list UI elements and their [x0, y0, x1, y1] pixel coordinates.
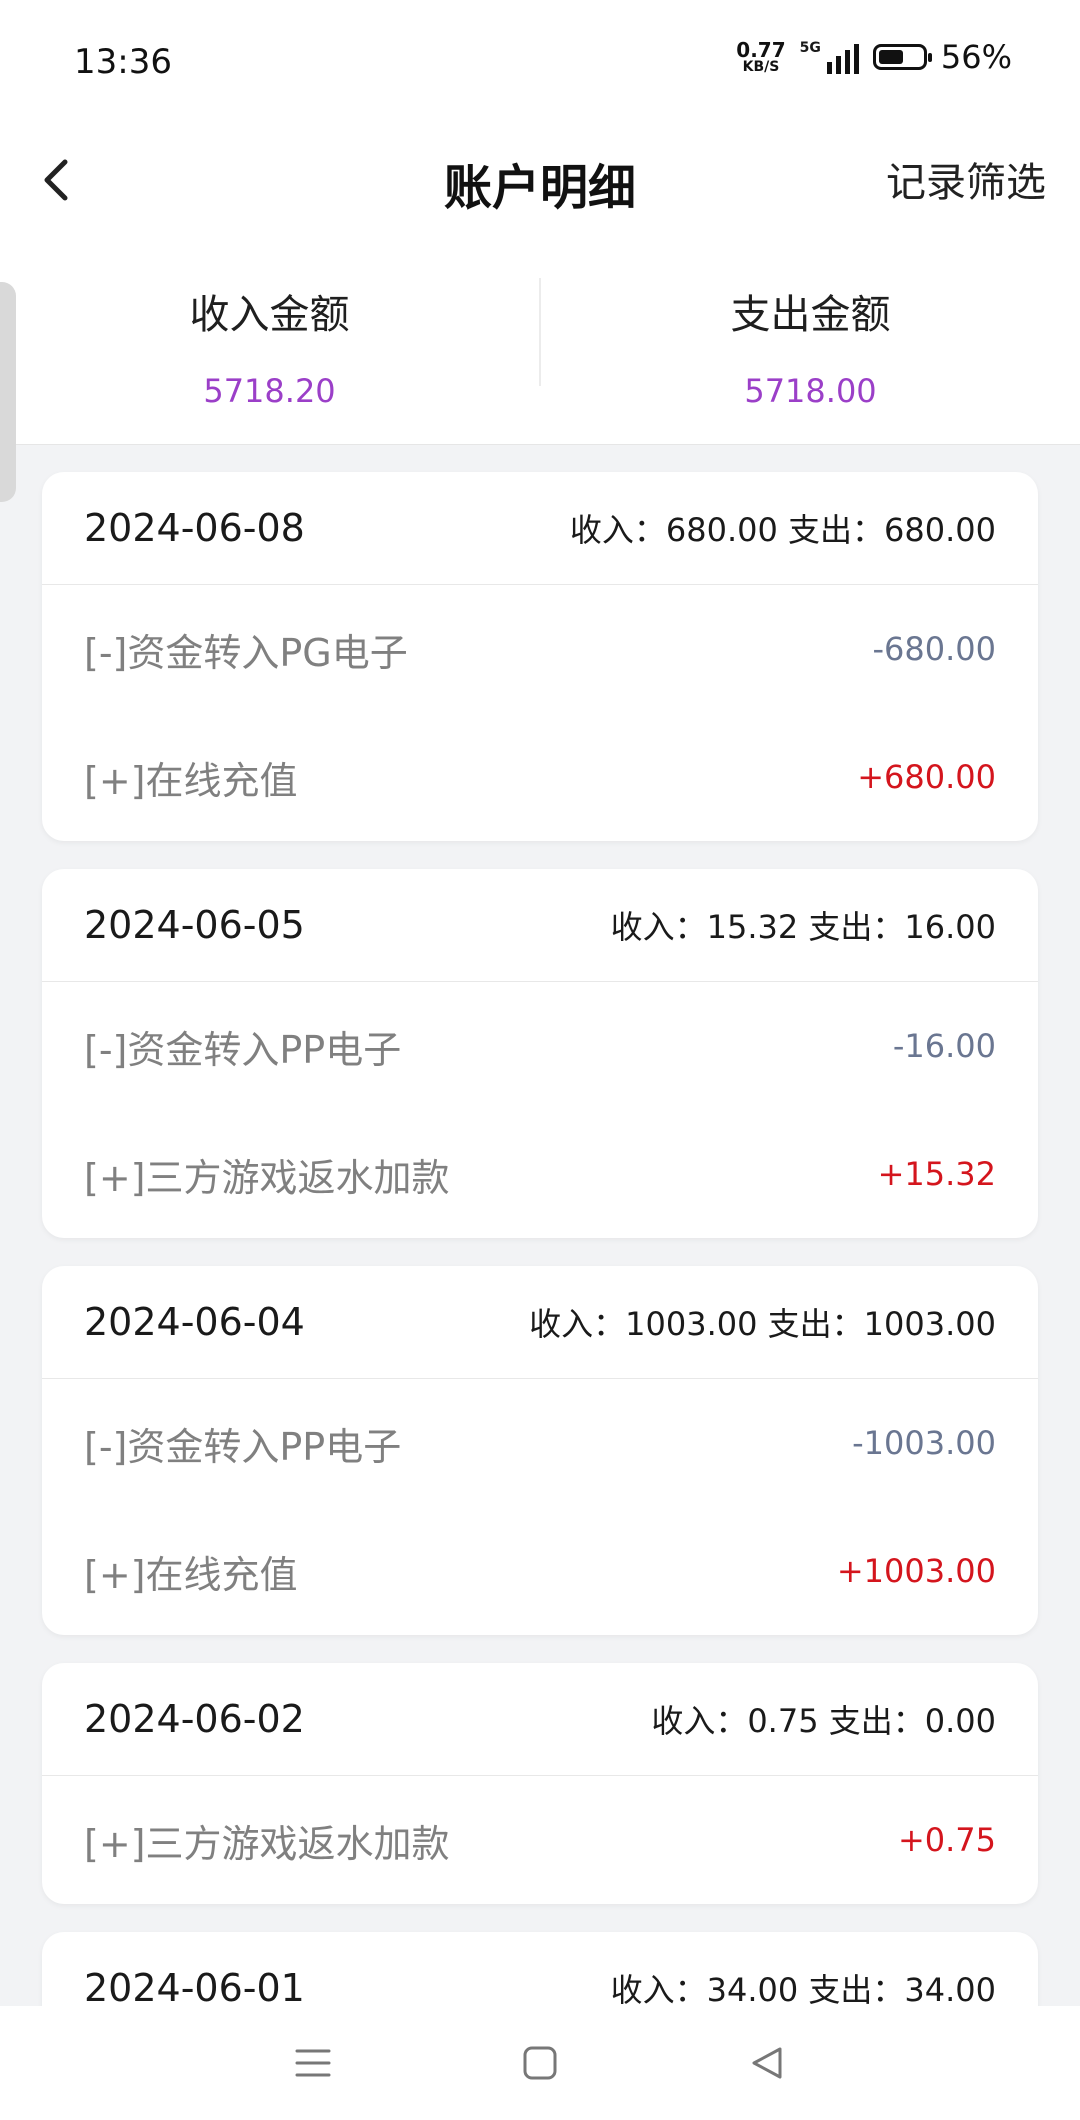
nav-back-button[interactable] — [737, 2033, 797, 2093]
record-row[interactable]: [-]资金转入PG电子 -680.00 — [42, 585, 1038, 713]
filter-records-button[interactable]: 记录筛选 — [886, 150, 1046, 208]
expense-value: 5718.00 — [744, 372, 877, 410]
square-home-icon — [523, 2046, 557, 2080]
menu-icon — [295, 2049, 331, 2077]
day-card: 2024-06-05 收入：15.32 支出：16.00 [-]资金转入PP电子 -1… — [42, 869, 1038, 1238]
status-time: 13:36 — [74, 42, 172, 82]
income-value: 5718.20 — [203, 372, 336, 410]
signal-icon: 5G — [800, 40, 859, 74]
battery-percent: 56% — [940, 38, 1012, 76]
status-bar: 13:36 0.77 KB/S 5G 56% — [0, 0, 1080, 120]
day-totals: 收入：680.00 支出：680.00 — [569, 511, 996, 549]
day-card: 2024-06-02 收入：0.75 支出：0.00 [+]三方游戏返水加款 +0.7… — [42, 1663, 1038, 1904]
day-date: 2024-06-08 — [84, 506, 305, 550]
record-row[interactable]: [+]三方游戏返水加款 +15.32 — [42, 1110, 1038, 1238]
day-card-header: 2024-06-04 收入：1003.00 支出：1003.00 — [42, 1266, 1038, 1379]
record-row[interactable]: [-]资金转入PP电子 -1003.00 — [42, 1379, 1038, 1507]
record-amount: +680.00 — [857, 758, 996, 796]
menu-button[interactable] — [283, 2033, 343, 2093]
record-amount: -680.00 — [872, 630, 996, 668]
record-amount: +0.75 — [897, 1821, 996, 1859]
record-amount: +15.32 — [877, 1155, 996, 1193]
system-nav-bar — [0, 2006, 1080, 2120]
record-label: [+]三方游戏返水加款 — [84, 1821, 450, 1866]
record-label: [-]资金转入PP电子 — [84, 1424, 402, 1469]
network-type: 5G — [799, 40, 821, 56]
expense-label: 支出金额 — [730, 292, 891, 338]
day-totals: 收入：1003.00 支出：1003.00 — [529, 1305, 996, 1343]
record-amount: -16.00 — [892, 1027, 996, 1065]
network-speed-value: 0.77 — [736, 38, 786, 62]
income-summary: 收入金额 5718.20 — [0, 240, 539, 444]
home-button[interactable] — [510, 2033, 570, 2093]
record-row[interactable]: [-]资金转入PP电子 -16.00 — [42, 982, 1038, 1110]
day-date: 2024-06-01 — [84, 1966, 305, 2010]
day-totals: 收入：15.32 支出：16.00 — [610, 908, 996, 946]
day-date: 2024-06-04 — [84, 1300, 305, 1344]
expense-summary: 支出金额 5718.00 — [541, 240, 1080, 444]
record-row[interactable]: [+]在线充值 +680.00 — [42, 713, 1038, 841]
triangle-back-icon — [752, 2047, 782, 2079]
battery-icon — [872, 44, 932, 70]
day-card-header: 2024-06-02 收入：0.75 支出：0.00 — [42, 1663, 1038, 1776]
day-totals: 收入：0.75 支出：0.00 — [651, 1702, 996, 1740]
day-date: 2024-06-05 — [84, 903, 305, 947]
network-speed-unit: KB/S — [742, 59, 780, 75]
record-label: [+]三方游戏返水加款 — [84, 1155, 450, 1200]
day-card-header: 2024-06-05 收入：15.32 支出：16.00 — [42, 869, 1038, 982]
network-speed: 0.77 KB/S — [736, 40, 785, 74]
record-label: [+]在线充值 — [84, 1552, 298, 1597]
record-amount: -1003.00 — [852, 1424, 996, 1462]
day-card: 2024-06-04 收入：1003.00 支出：1003.00 [-]资金转入PP… — [42, 1266, 1038, 1635]
day-date: 2024-06-02 — [84, 1697, 305, 1741]
record-label: [+]在线充值 — [84, 758, 298, 803]
edge-handle[interactable] — [0, 282, 16, 502]
record-row[interactable]: [+]三方游戏返水加款 +0.75 — [42, 1776, 1038, 1904]
day-card-header: 2024-06-08 收入：680.00 支出：680.00 — [42, 472, 1038, 585]
record-label: [-]资金转入PG电子 — [84, 630, 408, 675]
day-card: 2024-06-08 收入：680.00 支出：680.00 [-]资金转入PG电子… — [42, 472, 1038, 841]
summary-panel: 收入金额 5718.20 支出金额 5718.00 — [0, 240, 1080, 445]
record-label: [-]资金转入PP电子 — [84, 1027, 402, 1072]
status-icons: 0.77 KB/S 5G 56% — [736, 38, 1012, 76]
record-amount: +1003.00 — [836, 1552, 996, 1590]
header: 账户明细 记录筛选 — [0, 120, 1080, 240]
record-list: 2024-06-08 收入：680.00 支出：680.00 [-]资金转入PG电子… — [42, 472, 1038, 2073]
record-row[interactable]: [+]在线充值 +1003.00 — [42, 1507, 1038, 1635]
day-totals: 收入：34.00 支出：34.00 — [610, 1971, 996, 2009]
income-label: 收入金额 — [189, 292, 350, 338]
